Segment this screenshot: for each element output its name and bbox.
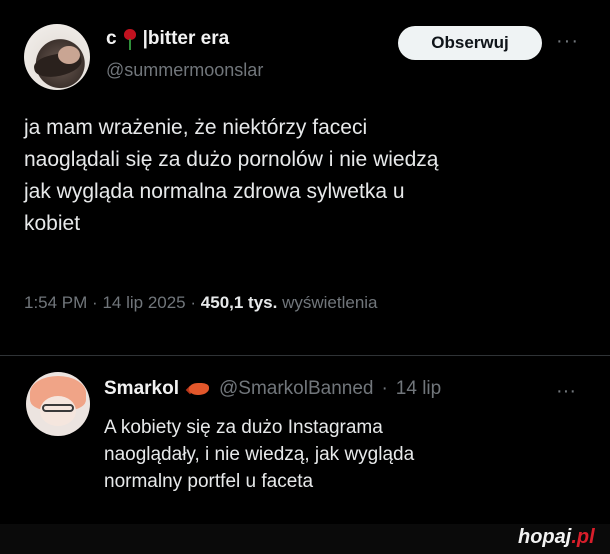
- views-label: wyświetlenia: [282, 293, 378, 312]
- author-avatar[interactable]: [24, 24, 90, 90]
- author-handle[interactable]: @summermoonslar: [106, 60, 263, 81]
- reply-header: Smarkol @SmarkolBanned · 14 lip: [104, 378, 441, 400]
- divider: [0, 355, 610, 356]
- shrimp-icon: [185, 381, 211, 397]
- views-count[interactable]: 450,1 tys.: [201, 293, 278, 312]
- meta-separator: ·: [190, 293, 197, 312]
- watermark-logo: hopaj.pl: [518, 526, 595, 549]
- watermark-tld: .pl: [571, 526, 595, 548]
- tweet-meta: 1:54 PM · 14 lip 2025 · 450,1 tys. wyświ…: [24, 293, 378, 313]
- watermark-name: hopaj: [518, 526, 572, 548]
- reply-text: A kobiety się za dużo Instagrama naogląd…: [104, 417, 415, 492]
- reply-handle[interactable]: @SmarkolBanned: [219, 378, 373, 400]
- rose-icon: [123, 28, 137, 50]
- more-options-icon[interactable]: ···: [556, 30, 579, 53]
- meta-separator: ·: [92, 293, 98, 312]
- reply-date[interactable]: 14 lip: [396, 378, 441, 400]
- reply-more-options-icon[interactable]: ···: [556, 380, 576, 403]
- author-name-prefix: c: [106, 28, 117, 49]
- author-display-name[interactable]: c |bitter era: [106, 28, 229, 50]
- tweet-screenshot: c |bitter era @summermoonslar Obserwuj ·…: [0, 0, 610, 524]
- author-name-suffix: |bitter era: [142, 28, 230, 49]
- tweet-date[interactable]: 14 lip 2025: [102, 293, 185, 312]
- reply-avatar[interactable]: [26, 372, 90, 436]
- reply-display-name[interactable]: Smarkol: [104, 378, 179, 400]
- reply-separator: ·: [381, 378, 388, 399]
- tweet-text: ja mam wrażenie, że niektórzy faceci nao…: [24, 116, 439, 235]
- tweet-time[interactable]: 1:54 PM: [24, 293, 87, 312]
- follow-button[interactable]: Obserwuj: [398, 26, 542, 60]
